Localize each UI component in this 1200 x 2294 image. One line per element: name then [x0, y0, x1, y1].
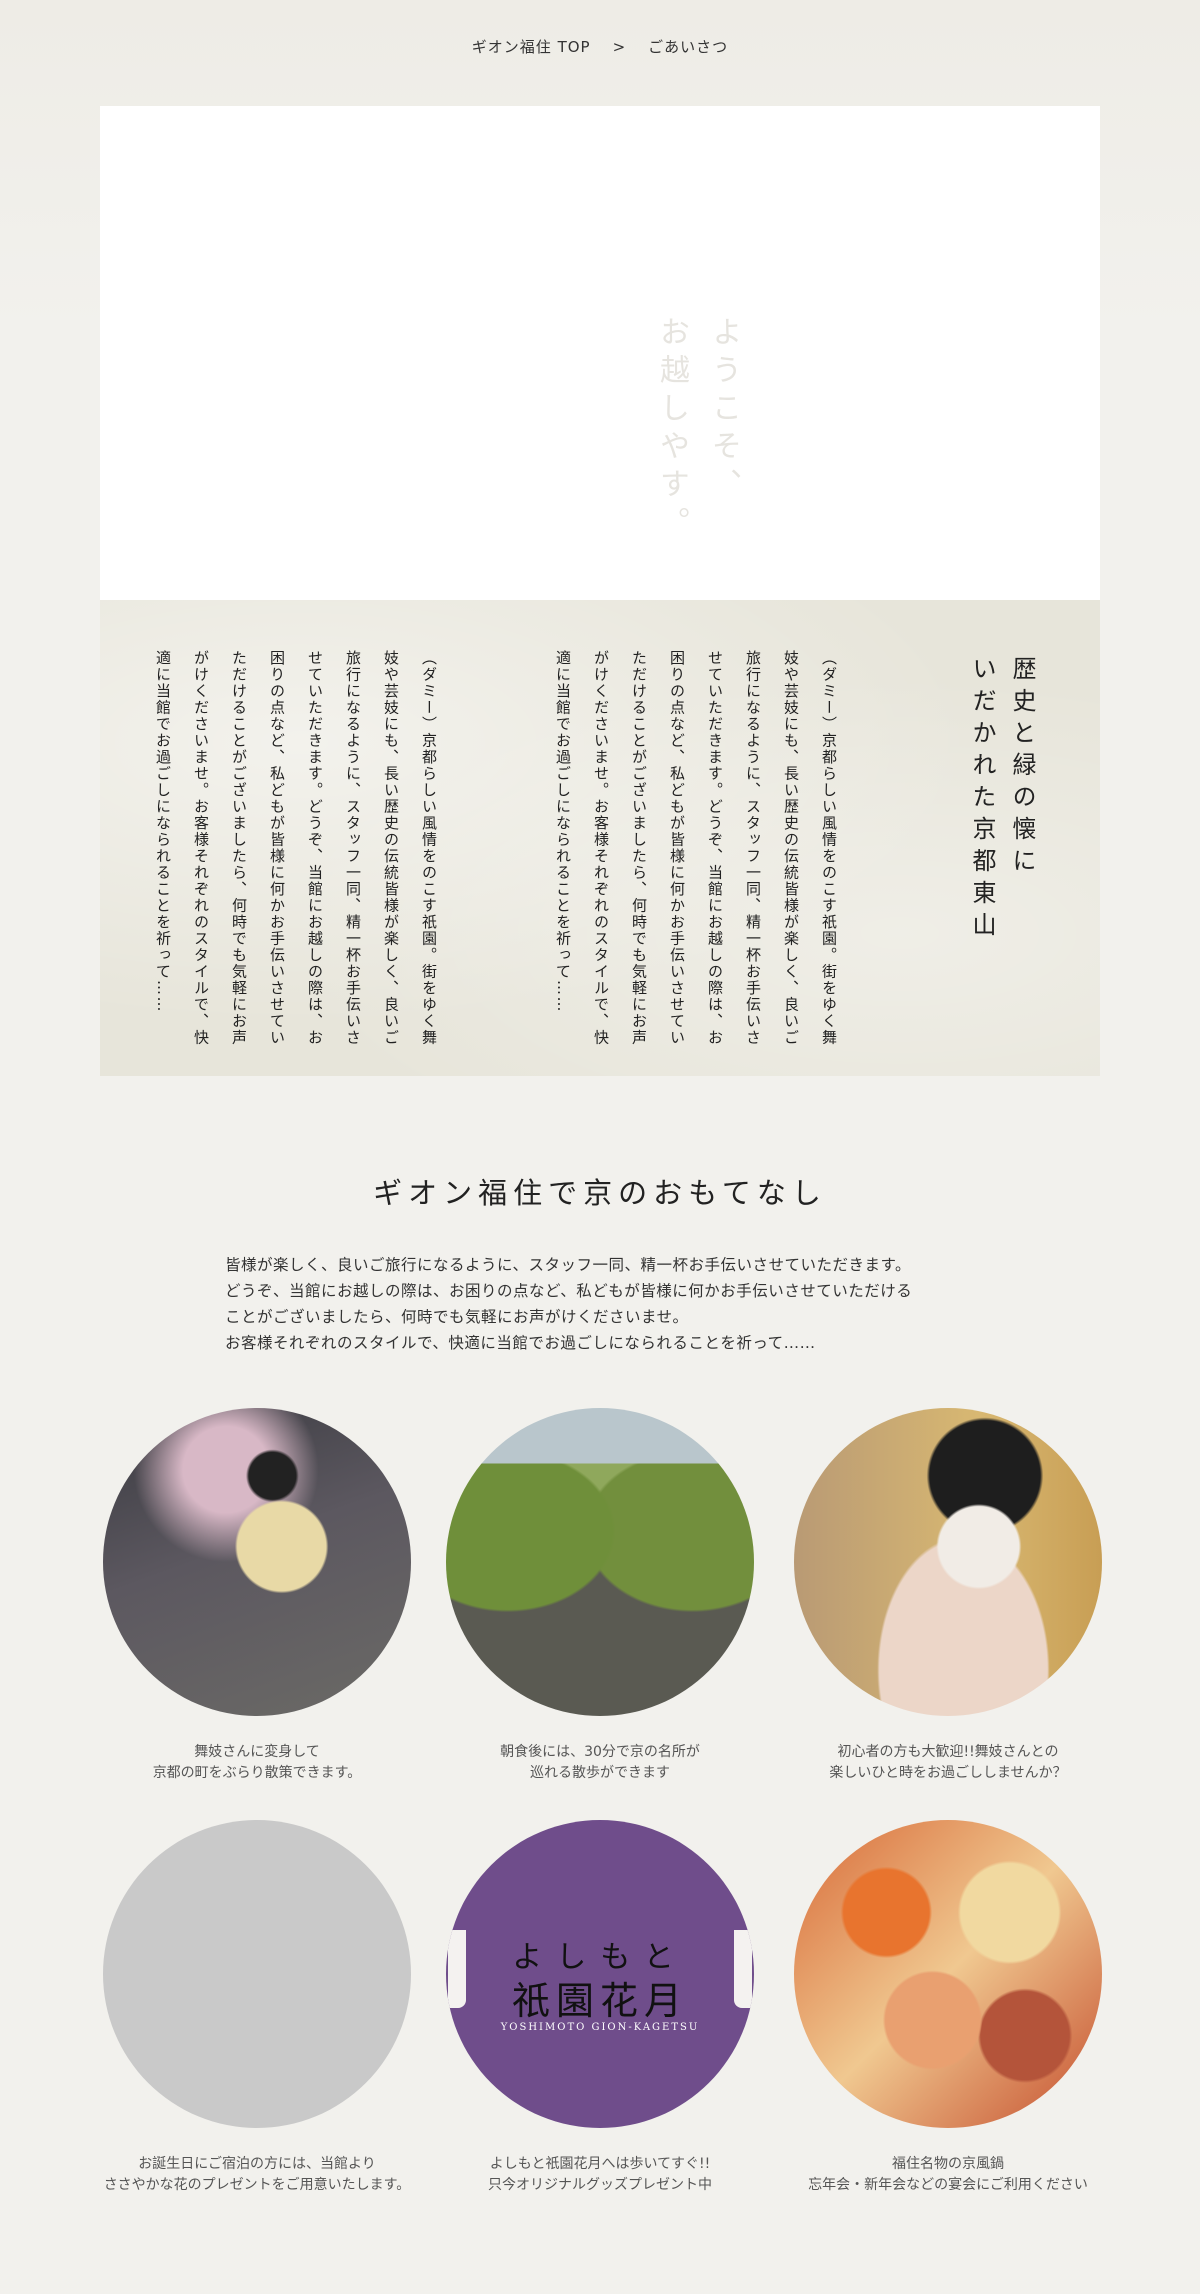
caption-line: 初心者の方も大歓迎!!舞妓さんとの: [837, 1744, 1059, 1760]
feature-card-maiko-time[interactable]: 初心者の方も大歓迎!!舞妓さんとの 楽しいひと時をお過ごししませんか？: [778, 1408, 1118, 1784]
card-caption: 初心者の方も大歓迎!!舞妓さんとの 楽しいひと時をお過ごししませんか？: [778, 1742, 1118, 1784]
section-title: ギオン福住で京のおもてなし: [373, 1176, 827, 1210]
greeting-heading: 歴史と緑の懐に いだかれた京都東山: [968, 656, 1036, 944]
feature-card-maiko-experience[interactable]: 舞妓さんに変身して 京都の町をぶらり散策できます。: [87, 1408, 427, 1784]
intro-line: どうぞ、当館にお越しの際は、お困りの点など、私どもが皆様に何かお手伝いさせていた…: [225, 1282, 913, 1300]
caption-line: よしもと祇園花月へは歩いてすぐ!!: [489, 2156, 711, 2172]
intro-line: 皆様が楽しく、良いご旅行になるように、スタッフ一同、精一杯お手伝いさせていただき…: [225, 1256, 911, 1274]
kagetsu-logo-main: 祇園花月: [511, 1979, 688, 2023]
maiko-photo: [103, 1408, 411, 1716]
breadcrumb-separator: >: [612, 38, 627, 56]
caption-line: ささやかな花のプレゼントをご用意いたします。: [103, 2177, 411, 2193]
caption-line: お誕生日にご宿泊の方には、当館より: [138, 2156, 376, 2172]
card-caption: 朝食後には、30分で京の名所が 巡れる散歩ができます: [430, 1742, 770, 1784]
card-caption: よしもと祇園花月へは歩いてすぐ!! 只今オリジナルグッズプレゼント中: [430, 2154, 770, 2196]
card-caption: 舞妓さんに変身して 京都の町をぶらり散策できます。: [87, 1742, 427, 1784]
placeholder-image: [103, 1820, 411, 2128]
caption-line: 朝食後には、30分で京の名所が: [500, 1744, 700, 1760]
greeting-body: （ダミー）京都らしい風情をのこす祇園。街をゆく舞妓や芸妓にも、長い歴史の伝統皆様…: [68, 650, 924, 1050]
caption-line: 只今オリジナルグッズプレゼント中: [488, 2177, 712, 2193]
maiko-portrait-photo: [794, 1408, 1102, 1716]
hero-banner: ようこそ、 お越しやす。: [100, 106, 1100, 600]
page: ギオン福住 TOP > ごあいさつ ようこそ、 お越しやす。 歴史と緑の懐に いだか…: [0, 0, 1200, 2294]
caption-line: 舞妓さんに変身して: [194, 1744, 320, 1760]
section-intro: 皆様が楽しく、良いご旅行になるように、スタッフ一同、精一杯お手伝いさせていただき…: [225, 1252, 995, 1356]
card-caption: お誕生日にご宿泊の方には、当館より ささやかな花のプレゼントをご用意いたします。: [87, 2154, 427, 2196]
intro-line: ことがございましたら、何時でも気軽にお声がけくださいませ。: [225, 1308, 689, 1326]
intro-line: お客様それぞれのスタイルで、快適に当館でお過ごしになられることを祈って……: [225, 1334, 816, 1352]
feature-card-walk[interactable]: 朝食後には、30分で京の名所が 巡れる散歩ができます: [430, 1408, 770, 1784]
caption-line: 忘年会・新年会などの宴会にご利用ください: [808, 2177, 1088, 2193]
hero-welcome-text: ようこそ、 お越しやす。: [654, 316, 741, 544]
greeting-panel: 歴史と緑の懐に いだかれた京都東山 （ダミー）京都らしい風情をのこす祇園。街をゆ…: [100, 600, 1100, 1076]
breadcrumb-current: ごあいさつ: [648, 38, 729, 56]
card-caption: 福住名物の京風鍋 忘年会・新年会などの宴会にご利用ください: [778, 2154, 1118, 2196]
kagetsu-logo: よしもと 祇園花月 YOSHIMOTO GION-KAGETSU: [446, 1820, 754, 2128]
caption-line: 京都の町をぶらり散策できます。: [152, 1765, 362, 1781]
canal-photo: [446, 1408, 754, 1716]
caption-line: 楽しいひと時をお過ごししませんか？: [829, 1765, 1067, 1781]
breadcrumb-home-link[interactable]: ギオン福住 TOP: [472, 38, 591, 56]
greeting-paragraph-1: （ダミー）京都らしい風情をのこす祇園。街をゆく舞妓や芸妓にも、長い歴史の伝統皆様…: [554, 650, 838, 1046]
breadcrumb: ギオン福住 TOP > ごあいさつ: [0, 36, 1200, 57]
feature-card-hotpot[interactable]: 福住名物の京風鍋 忘年会・新年会などの宴会にご利用ください: [778, 1820, 1118, 2196]
caption-line: 福住名物の京風鍋: [892, 2156, 1004, 2172]
hotpot-photo: [794, 1820, 1102, 2128]
feature-card-kagetsu[interactable]: よしもと 祇園花月 YOSHIMOTO GION-KAGETSU よしもと祇園花…: [430, 1820, 770, 2196]
kagetsu-logo-roman: YOSHIMOTO GION-KAGETSU: [500, 2022, 700, 2033]
caption-line: 巡れる散歩ができます: [530, 1765, 670, 1781]
greeting-paragraph-2: （ダミー）京都らしい風情をのこす祇園。街をゆく舞妓や芸妓にも、長い歴史の伝統皆様…: [154, 650, 438, 1046]
feature-card-birthday[interactable]: お誕生日にご宿泊の方には、当館より ささやかな花のプレゼントをご用意いたします。: [87, 1820, 427, 2196]
